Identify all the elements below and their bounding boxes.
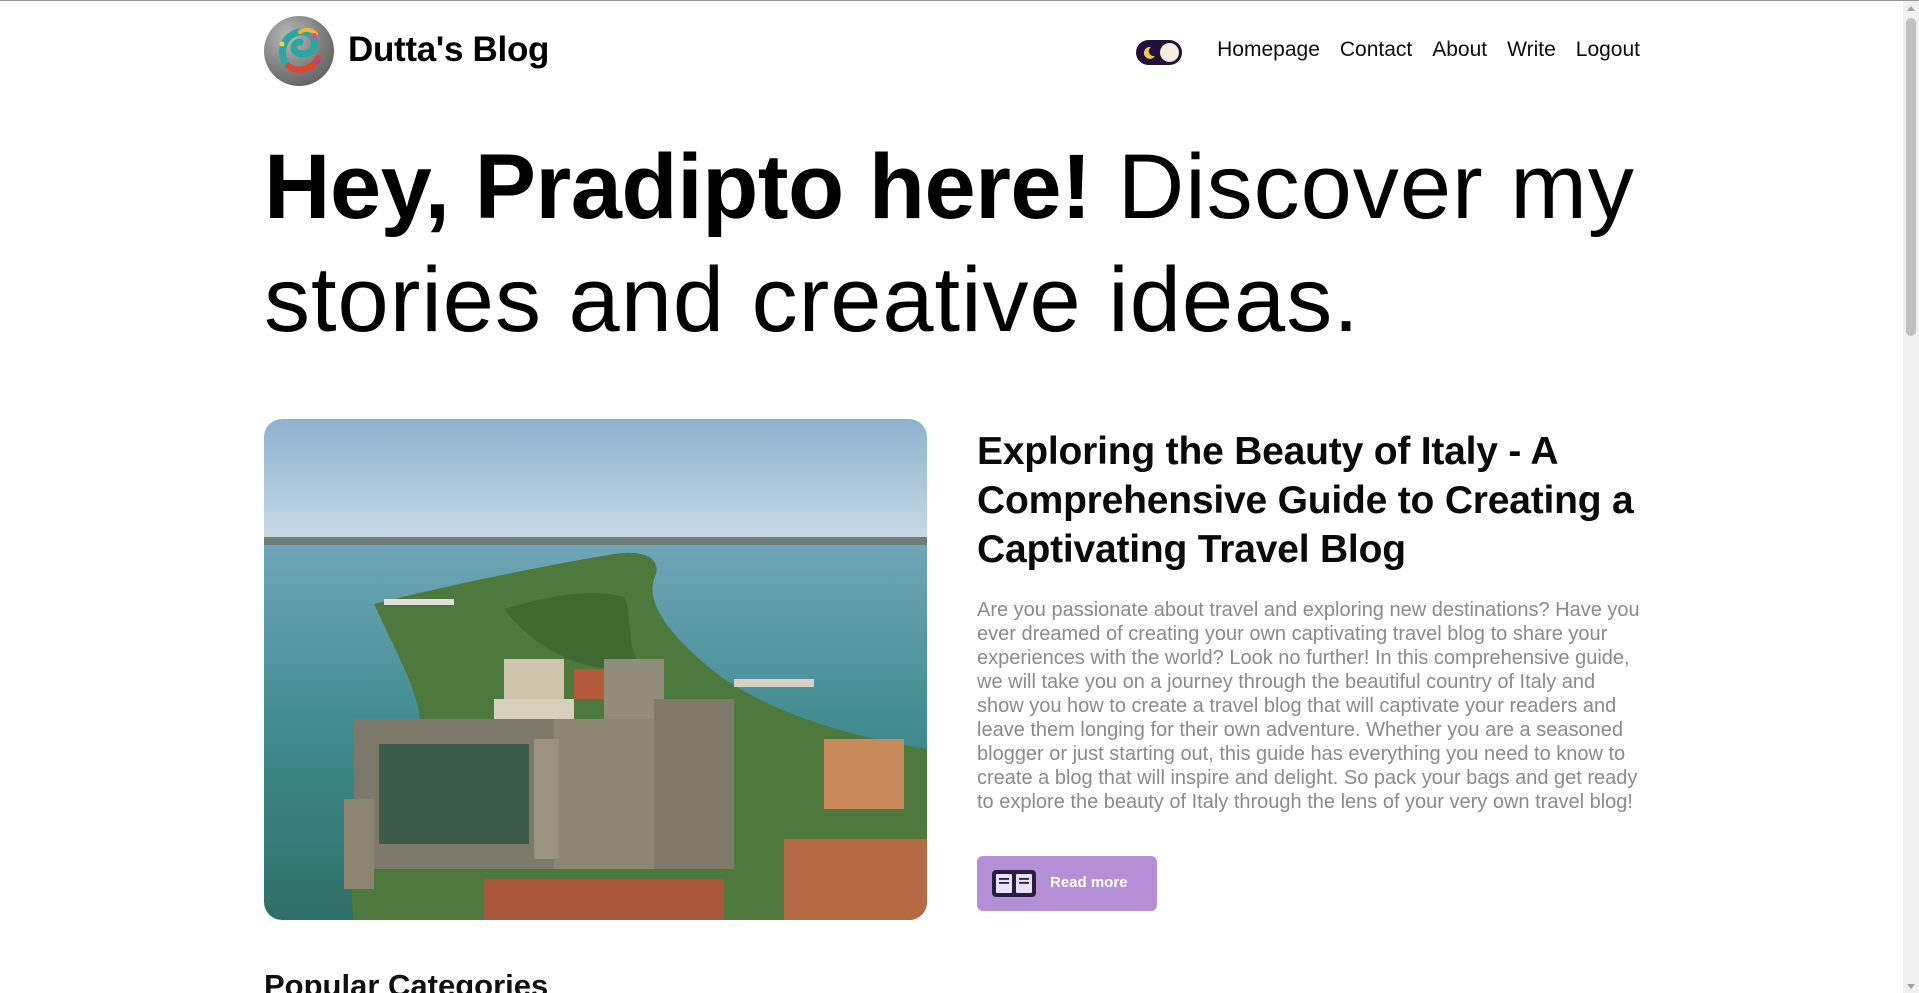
- read-more-button[interactable]: Read more: [977, 856, 1157, 911]
- lakeside-castle-photo[interactable]: [264, 419, 927, 920]
- theme-toggle[interactable]: [1136, 40, 1182, 65]
- brand-name[interactable]: Dutta's Blog: [348, 30, 549, 70]
- moon-icon: [1142, 46, 1156, 65]
- toggle-knob: [1160, 43, 1179, 62]
- scroll-down-arrow-icon[interactable]: [1907, 984, 1915, 989]
- nav-link-logout[interactable]: Logout: [1576, 38, 1640, 62]
- navbar: Dutta's Blog Homepage Contact About Writ…: [264, 16, 1640, 86]
- nav-link-homepage[interactable]: Homepage: [1217, 38, 1320, 62]
- popular-categories-heading: Popular Categories: [264, 968, 549, 993]
- page: Dutta's Blog Homepage Contact About Writ…: [0, 0, 1919, 993]
- scrollbar-thumb[interactable]: [1906, 18, 1916, 336]
- nav-link-contact[interactable]: Contact: [1340, 38, 1412, 62]
- nav-link-write[interactable]: Write: [1507, 38, 1556, 62]
- scroll-up-arrow-icon[interactable]: [1907, 6, 1915, 11]
- read-more-label: Read more: [1050, 874, 1128, 891]
- nav-links: Homepage Contact About Write Logout: [1217, 38, 1640, 62]
- page-scrollbar[interactable]: [1903, 1, 1919, 993]
- hero-greeting: Hey, Pradipto here!: [264, 136, 1092, 238]
- hero-heading: Hey, Pradipto here! Discover my stories …: [264, 131, 1640, 357]
- colorful-swirl-logo-icon[interactable]: [264, 16, 334, 86]
- open-book-icon: [992, 870, 1036, 900]
- post-title[interactable]: Exploring the Beauty of Italy - A Compre…: [977, 427, 1642, 574]
- featured-post-text: Exploring the Beauty of Italy - A Compre…: [977, 427, 1642, 814]
- post-description: Are you passionate about travel and expl…: [977, 599, 1640, 813]
- nav-link-about[interactable]: About: [1432, 38, 1487, 62]
